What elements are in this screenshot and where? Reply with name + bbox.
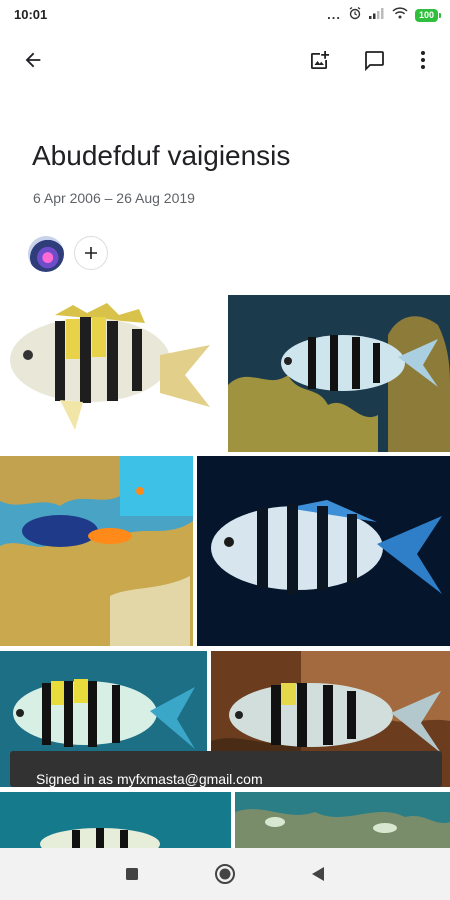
triangle-back-icon [312,867,324,881]
more-notifications-indicator: ... [327,7,341,22]
photo-thumbnail[interactable] [228,295,450,452]
user-avatar[interactable] [28,236,64,272]
status-icons: ... 100 [327,6,442,25]
circle-icon [215,864,235,884]
wifi-icon [392,6,408,24]
status-time: 10:01 [14,7,48,22]
status-bar: 10:01 ... 100 [0,0,450,30]
add-person-button[interactable] [74,236,108,270]
alarm-icon [348,6,362,25]
comment-button[interactable] [358,44,390,76]
snackbar: Signed in as myfxmasta@gmail.com [10,751,442,787]
app-bar [0,36,450,84]
more-options-button[interactable] [407,44,439,76]
album-title[interactable]: Abudefduf vaigiensis [32,140,290,172]
square-icon [126,868,138,880]
add-photo-icon [311,51,329,69]
add-photos-button[interactable] [304,44,336,76]
add-icon [85,247,97,259]
photo-thumbnail[interactable] [0,295,224,452]
back-button[interactable] [17,44,49,76]
battery-icon: 100 [414,8,442,22]
album-date-range: 6 Apr 2006 – 26 Aug 2019 [33,190,195,206]
photo-thumbnail[interactable] [197,456,450,646]
comment-icon [365,51,384,72]
signal-icon [368,6,385,24]
photo-thumbnail[interactable] [0,456,193,646]
photo-thumbnail[interactable] [235,792,450,848]
system-back-button[interactable] [306,862,330,886]
photo-thumbnail[interactable] [0,792,231,848]
home-button[interactable] [213,862,237,886]
arrow-back-icon [25,52,41,68]
recents-button[interactable] [120,862,144,886]
more-vert-icon [421,51,425,69]
system-nav-bar [0,848,450,900]
snackbar-message: Signed in as myfxmasta@gmail.com [36,771,263,787]
